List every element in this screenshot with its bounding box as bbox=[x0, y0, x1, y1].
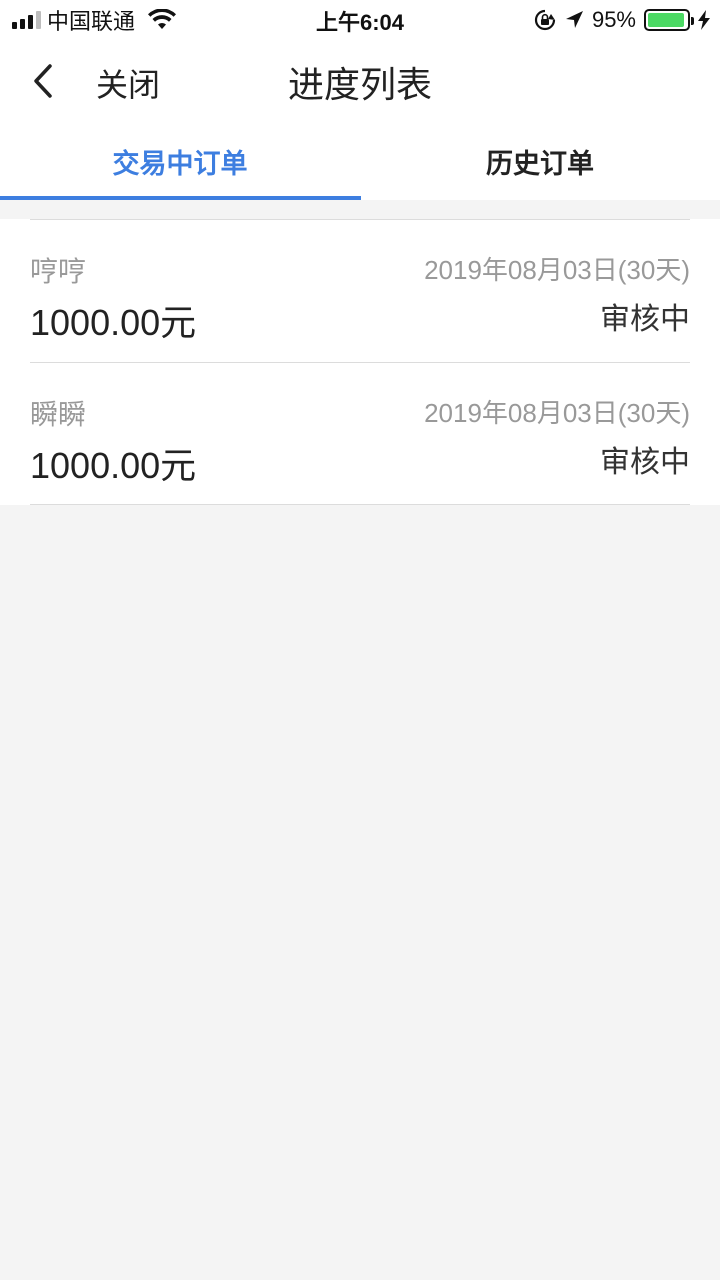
status-right: 95% bbox=[534, 6, 710, 34]
battery-percent: 95% bbox=[591, 7, 636, 32]
order-name: 哼哼 bbox=[30, 256, 87, 287]
order-status: 审核中 bbox=[600, 303, 690, 336]
order-amount: 1000.00元 bbox=[30, 445, 197, 486]
order-date: 2019年08月03日(30天) bbox=[424, 255, 690, 285]
rotation-lock-icon bbox=[534, 9, 556, 31]
battery-icon bbox=[644, 9, 694, 31]
nav-bar: 关闭 进度列表 bbox=[0, 40, 720, 122]
list-item[interactable]: 哼哼 1000.00元 2019年08月03日(30天) 审核中 bbox=[30, 219, 690, 362]
charging-bolt-icon bbox=[698, 10, 710, 30]
order-tabs: 交易中订单 历史订单 bbox=[0, 122, 720, 200]
order-list: 哼哼 1000.00元 2019年08月03日(30天) 审核中 瞬瞬 1000… bbox=[0, 219, 720, 505]
status-bar: 中国联通 上午6:04 95% bbox=[0, 0, 720, 40]
tab-trading-orders[interactable]: 交易中订单 bbox=[0, 122, 361, 200]
list-item[interactable]: 瞬瞬 1000.00元 2019年08月03日(30天) 审核中 bbox=[30, 362, 690, 505]
tab-history-orders[interactable]: 历史订单 bbox=[360, 122, 720, 200]
location-arrow-icon bbox=[565, 11, 583, 28]
order-amount: 1000.00元 bbox=[30, 302, 197, 343]
order-name: 瞬瞬 bbox=[30, 399, 87, 430]
order-status: 审核中 bbox=[600, 446, 690, 479]
order-date: 2019年08月03日(30天) bbox=[424, 398, 690, 428]
page-title: 进度列表 bbox=[287, 64, 432, 105]
